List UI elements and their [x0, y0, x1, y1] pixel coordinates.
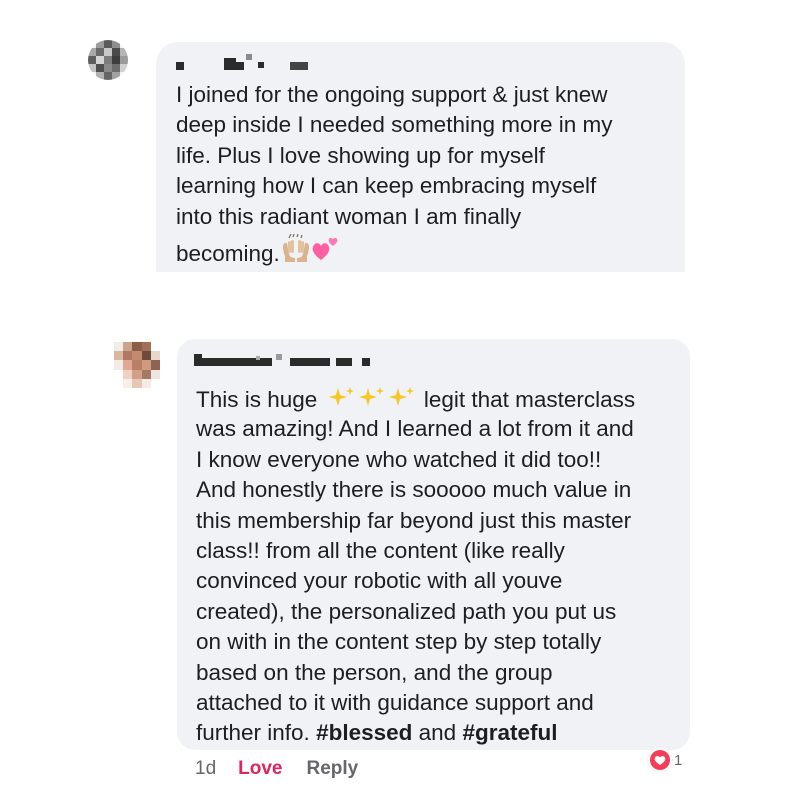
comment-line: further info.	[196, 720, 310, 746]
comment-timestamp[interactable]: 1d	[195, 758, 216, 780]
avatar[interactable]	[88, 40, 128, 80]
comment-line: deep inside I needed something more in m…	[176, 112, 613, 138]
comment-line: into this radiant woman I am finally	[176, 203, 522, 229]
comment-line: becoming.	[176, 240, 280, 266]
hashtag-link[interactable]: #grateful	[462, 720, 557, 745]
comment-line: class!! from all the content (like reall…	[196, 537, 565, 563]
comment-line: I know everyone who watched it did too!!	[196, 446, 602, 472]
comment-line: attached to it with guidance support and	[196, 689, 594, 715]
two-hearts-emoji	[311, 233, 339, 277]
reaction-summary[interactable]: 1	[648, 747, 682, 773]
comment-line: learning how I can keep embracing myself	[176, 173, 597, 199]
comment-actions: 1d Love Reply	[195, 757, 358, 781]
comment-line: legit that masterclass	[423, 387, 636, 413]
reply-button[interactable]: Reply	[307, 758, 359, 780]
comment-line: I joined for the ongoing support & just …	[176, 82, 608, 107]
comment-line: and	[418, 720, 457, 746]
commenter-name[interactable]	[194, 352, 394, 366]
heart-reaction-icon	[648, 748, 672, 772]
comment-line: created), the personalized path you put …	[196, 598, 617, 624]
comment-text: This is huge legit that masterclass was …	[196, 384, 635, 749]
sparkles-emoji	[326, 384, 418, 418]
raising-hands-emoji	[281, 233, 311, 277]
comment-line: This is huge	[196, 387, 318, 413]
comment-text: I joined for the ongoing support & just …	[176, 80, 613, 272]
hashtag-link[interactable]: #blessed	[316, 720, 412, 745]
comment-line: life. Plus I love showing up for myself	[176, 142, 545, 168]
comment-line: And honestly there is sooooo much value …	[196, 477, 632, 503]
comment-line: on with in the content step by step tota…	[196, 629, 602, 655]
comment-line: this membership far beyond just this mas…	[196, 507, 632, 533]
reaction-count: 1	[674, 751, 683, 769]
love-button[interactable]: Love	[238, 758, 282, 780]
comment-line: based on the person, and the group	[196, 659, 553, 685]
comment-line: convinced your robotic with all youve	[196, 568, 563, 594]
comment-line: was amazing! And I learned a lot from it…	[196, 416, 634, 442]
commenter-name[interactable]	[172, 54, 352, 70]
avatar[interactable]	[114, 342, 160, 388]
